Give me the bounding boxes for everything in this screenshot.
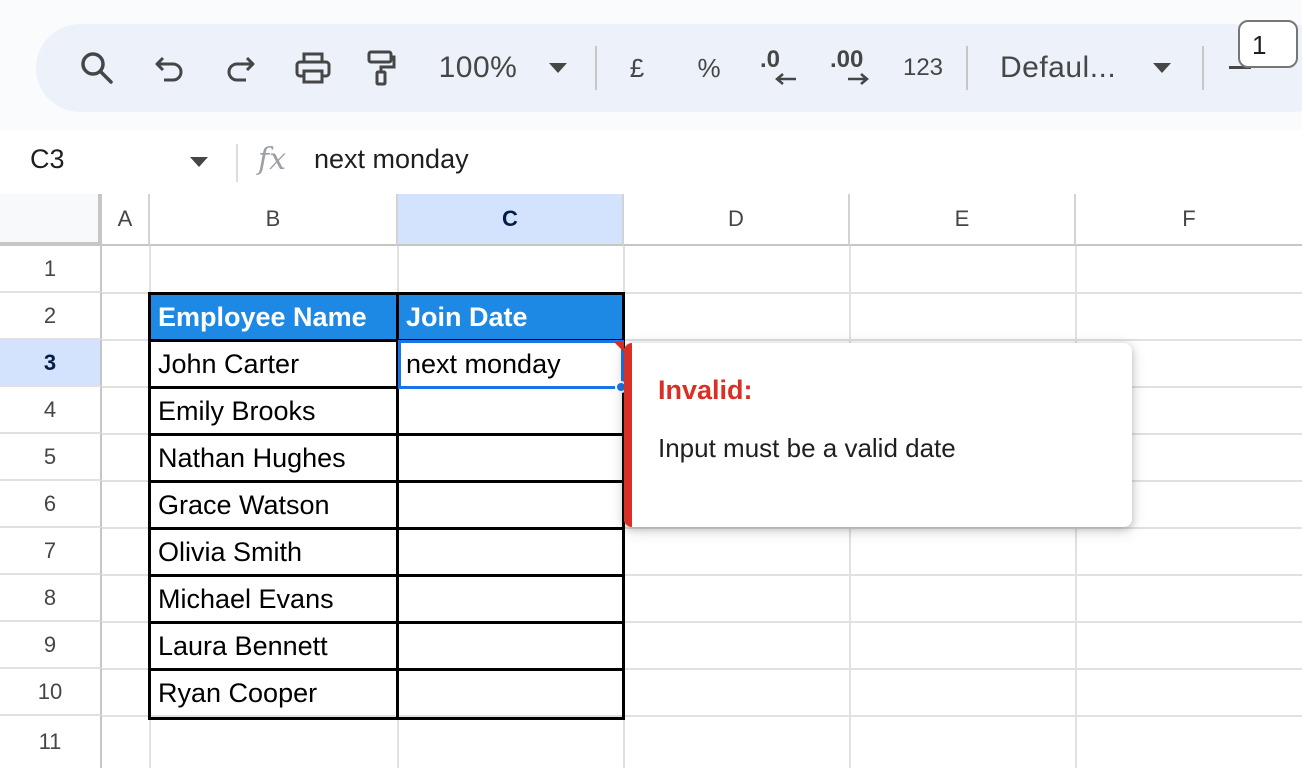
percent-format-button[interactable]: % xyxy=(692,24,726,112)
arrow-left-icon xyxy=(775,73,796,85)
column-header-a[interactable]: A xyxy=(102,194,150,246)
cell-c7[interactable] xyxy=(398,529,624,576)
row-header-8[interactable]: 8 xyxy=(0,575,102,622)
toolbar-separator xyxy=(595,46,597,90)
row-header-11[interactable]: 11 xyxy=(0,716,102,768)
print-icon[interactable] xyxy=(290,24,336,112)
toolbar-separator xyxy=(1202,46,1204,90)
header-cell-employee-name[interactable]: Employee Name xyxy=(150,294,398,341)
name-box[interactable]: C3 xyxy=(30,144,65,175)
font-dropdown-icon[interactable] xyxy=(1148,24,1176,112)
select-all-corner[interactable] xyxy=(0,194,102,246)
column-header-c[interactable]: C xyxy=(398,194,624,246)
row-header-4[interactable]: 4 xyxy=(0,387,102,434)
table-border xyxy=(148,668,625,671)
row-header-9[interactable]: 9 xyxy=(0,622,102,669)
decrease-decimal-button[interactable]: .0 xyxy=(758,24,804,112)
cell-c4[interactable] xyxy=(398,388,624,435)
column-header-f[interactable]: F xyxy=(1076,194,1302,246)
toolbar-separator xyxy=(966,46,968,90)
cell-b10[interactable]: Ryan Cooper xyxy=(150,670,398,717)
popup-title: Invalid: xyxy=(658,375,753,405)
paint-format-icon[interactable] xyxy=(360,24,402,112)
cell-b6[interactable]: Grace Watson xyxy=(150,482,398,529)
cell-b8[interactable]: Michael Evans xyxy=(150,576,398,623)
cell-c6[interactable] xyxy=(398,482,624,529)
undo-icon[interactable] xyxy=(148,24,192,112)
row-header-7[interactable]: 7 xyxy=(0,528,102,575)
row-header-1[interactable]: 1 xyxy=(0,246,102,293)
redo-icon[interactable] xyxy=(218,24,262,112)
table-border xyxy=(148,480,625,483)
column-header-d[interactable]: D xyxy=(624,194,850,246)
increase-decimal-label: .00 xyxy=(830,46,864,73)
table-border xyxy=(148,293,151,720)
table-border xyxy=(148,292,625,295)
formula-bar-separator xyxy=(236,144,238,182)
row-header-10[interactable]: 10 xyxy=(0,669,102,716)
table-border xyxy=(148,717,625,720)
column-header-e[interactable]: E xyxy=(850,194,1076,246)
table-border xyxy=(148,574,625,577)
font-size-input[interactable]: 1 xyxy=(1238,20,1298,68)
active-cell-selection xyxy=(398,340,624,389)
row-header-3[interactable]: 3 xyxy=(0,340,102,387)
font-family-select[interactable]: Defaul... xyxy=(1000,24,1124,112)
cell-c9[interactable] xyxy=(398,623,624,670)
invalid-data-indicator xyxy=(614,342,624,352)
search-icon[interactable] xyxy=(72,24,122,112)
arrow-right-icon xyxy=(848,73,869,85)
decrease-decimal-label: .0 xyxy=(760,46,781,73)
column-header-b[interactable]: B xyxy=(150,194,398,246)
zoom-dropdown-icon[interactable] xyxy=(544,24,572,112)
popup-error-bar xyxy=(624,343,632,527)
cell-b5[interactable]: Nathan Hughes xyxy=(150,435,398,482)
row-header-6[interactable]: 6 xyxy=(0,481,102,528)
row-header-5[interactable]: 5 xyxy=(0,434,102,481)
table-border xyxy=(148,621,625,624)
table-border xyxy=(148,433,625,436)
table-border xyxy=(148,527,625,530)
row-header-2[interactable]: 2 xyxy=(0,293,102,340)
toolbar: 100% £ % .0 .00 123 Defaul... xyxy=(36,24,1302,112)
zoom-value[interactable]: 100% xyxy=(432,24,524,112)
cell-c5[interactable] xyxy=(398,435,624,482)
validation-error-popup: Invalid: Input must be a valid date xyxy=(624,343,1132,527)
fx-icon: fx xyxy=(258,142,287,177)
cell-b4[interactable]: Emily Brooks xyxy=(150,388,398,435)
increase-decimal-button[interactable]: .00 xyxy=(828,24,878,112)
number-format-button[interactable]: 123 xyxy=(898,24,948,112)
cell-b3[interactable]: John Carter xyxy=(150,341,398,388)
currency-format-button[interactable]: £ xyxy=(622,24,652,112)
header-cell-join-date[interactable]: Join Date xyxy=(398,294,624,341)
cell-b7[interactable]: Olivia Smith xyxy=(150,529,398,576)
formula-input[interactable]: next monday xyxy=(314,144,469,175)
cell-c10[interactable] xyxy=(398,670,624,717)
cell-c8[interactable] xyxy=(398,576,624,623)
popup-message: Input must be a valid date xyxy=(658,433,956,463)
cell-b9[interactable]: Laura Bennett xyxy=(150,623,398,670)
formula-bar: C3 fx next monday xyxy=(0,130,1302,194)
name-box-dropdown-icon[interactable] xyxy=(190,154,208,172)
